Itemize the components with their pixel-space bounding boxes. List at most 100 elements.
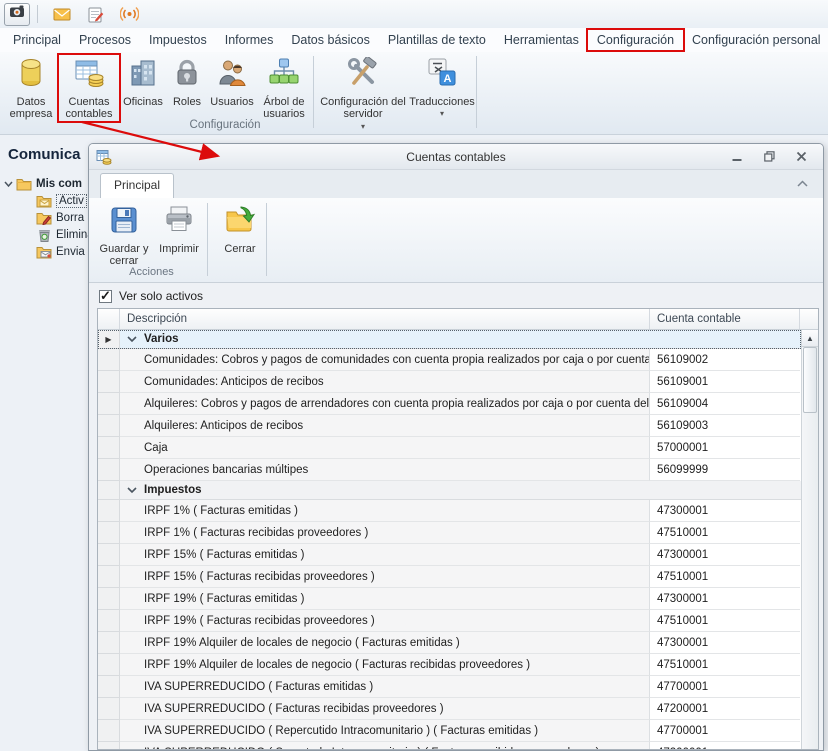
account-cell[interactable]: 47300001 <box>650 500 800 522</box>
table-row[interactable]: IVA SUPERREDUCIDO ( Soportado Intracomun… <box>98 742 801 749</box>
description-cell[interactable]: IRPF 15% ( Facturas emitidas ) <box>120 544 650 566</box>
table-row[interactable]: Comunidades: Cobros y pagos de comunidad… <box>98 349 801 371</box>
table-row[interactable]: Alquileres: Cobros y pagos de arrendador… <box>98 393 801 415</box>
restore-button[interactable] <box>761 150 777 164</box>
table-row[interactable]: IVA SUPERREDUCIDO ( Facturas recibidas p… <box>98 698 801 720</box>
table-row[interactable]: Caja57000001 <box>98 437 801 459</box>
tab-impuestos[interactable]: Impuestos <box>140 30 216 50</box>
ribbon-button-label: Traducciones <box>409 96 475 109</box>
tab-principal[interactable]: Principal <box>100 173 174 198</box>
table-row[interactable]: IRPF 15% ( Facturas emitidas )47300001 <box>98 544 801 566</box>
close-icon[interactable] <box>793 150 809 164</box>
account-cell[interactable]: 56109003 <box>650 415 800 437</box>
mail-icon[interactable] <box>53 6 71 22</box>
tab-configuraci-n-personal[interactable]: Configuración personal <box>683 30 828 50</box>
ribbon-button-roles[interactable]: Roles <box>167 55 207 108</box>
clipboard-edit-icon[interactable] <box>87 6 104 23</box>
account-cell[interactable]: 47300001 <box>650 588 800 610</box>
description-cell[interactable]: IRPF 1% ( Facturas recibidas proveedores… <box>120 522 650 544</box>
description-cell[interactable]: Operaciones bancarias múltipes <box>120 459 650 481</box>
description-cell[interactable]: IVA SUPERREDUCIDO ( Repercutido Intracom… <box>120 720 650 742</box>
table-row[interactable]: IRPF 19% Alquiler de locales de negocio … <box>98 632 801 654</box>
account-cell[interactable]: 57000001 <box>650 437 800 459</box>
vertical-scrollbar[interactable]: ▲ <box>801 330 818 749</box>
account-cell[interactable]: 47200001 <box>650 698 800 720</box>
account-cell[interactable]: 47510001 <box>650 610 800 632</box>
account-cell[interactable]: 47700001 <box>650 676 800 698</box>
account-cell[interactable]: 56109004 <box>650 393 800 415</box>
description-cell[interactable]: Comunidades: Cobros y pagos de comunidad… <box>120 349 650 371</box>
description-cell[interactable]: IRPF 15% ( Facturas recibidas proveedore… <box>120 566 650 588</box>
ribbon-button-usuarios[interactable]: Usuarios <box>207 55 257 108</box>
ribbon-button-label: Cerrar <box>224 243 255 256</box>
tab-herramientas[interactable]: Herramientas <box>495 30 588 50</box>
ribbon-button-arbol-de-usuarios[interactable]: Árbol de usuarios <box>257 55 311 121</box>
table-row[interactable]: IRPF 15% ( Facturas recibidas proveedore… <box>98 566 801 588</box>
account-cell[interactable]: 47200001 <box>650 742 800 749</box>
ribbon-button-traducciones[interactable]: A Traducciones ▾ <box>410 55 474 118</box>
table-row[interactable]: IRPF 19% ( Facturas recibidas proveedore… <box>98 610 801 632</box>
table-row[interactable]: Comunidades: Anticipos de recibos5610900… <box>98 371 801 393</box>
description-cell[interactable]: IRPF 19% ( Facturas emitidas ) <box>120 588 650 610</box>
chevron-down-icon[interactable] <box>127 335 137 343</box>
table-row[interactable]: IVA SUPERREDUCIDO ( Facturas emitidas )4… <box>98 676 801 698</box>
tab-informes[interactable]: Informes <box>216 30 283 50</box>
description-cell[interactable]: Comunidades: Anticipos de recibos <box>120 371 650 393</box>
account-cell[interactable]: 47510001 <box>650 522 800 544</box>
account-cell[interactable]: 47510001 <box>650 654 800 676</box>
group-cell[interactable]: Impuestos <box>120 481 801 500</box>
account-cell[interactable]: 47510001 <box>650 566 800 588</box>
table-row[interactable]: IVA SUPERREDUCIDO ( Repercutido Intracom… <box>98 720 801 742</box>
table-row[interactable]: IRPF 19% ( Facturas emitidas )47300001 <box>98 588 801 610</box>
ribbon-button-oficinas[interactable]: Oficinas <box>119 55 167 108</box>
ribbon-button-datos-empresa[interactable]: Datos empresa <box>3 55 59 121</box>
tab-principal[interactable]: Principal <box>4 30 70 50</box>
column-header-cuenta-contable[interactable]: Cuenta contable <box>650 309 800 329</box>
group-row[interactable]: Impuestos <box>98 481 801 500</box>
minimize-button[interactable] <box>729 150 745 164</box>
account-cell[interactable]: 47700001 <box>650 720 800 742</box>
column-header-descripcion[interactable]: Descripción <box>120 309 650 329</box>
chevron-down-icon[interactable] <box>127 486 137 494</box>
account-cell[interactable]: 47300001 <box>650 632 800 654</box>
tab-datos-b-sicos[interactable]: Datos básicos <box>282 30 379 50</box>
account-cell[interactable]: 56099999 <box>650 459 800 481</box>
scrollbar-thumb[interactable] <box>803 347 817 413</box>
table-row[interactable]: Operaciones bancarias múltipes56099999 <box>98 459 801 481</box>
group-cell[interactable]: Varios <box>120 330 801 349</box>
table-row[interactable]: Alquileres: Anticipos de recibos56109003 <box>98 415 801 437</box>
tab-configuraci-n[interactable]: Configuración <box>588 30 683 50</box>
description-cell[interactable]: Alquileres: Anticipos de recibos <box>120 415 650 437</box>
description-cell[interactable]: IRPF 19% Alquiler de locales de negocio … <box>120 632 650 654</box>
description-cell[interactable]: IVA SUPERREDUCIDO ( Facturas recibidas p… <box>120 698 650 720</box>
description-cell[interactable]: IRPF 19% Alquiler de locales de negocio … <box>120 654 650 676</box>
description-cell[interactable]: IRPF 19% ( Facturas recibidas proveedore… <box>120 610 650 632</box>
imprimir-button[interactable]: Imprimir <box>153 202 205 255</box>
description-cell[interactable]: Caja <box>120 437 650 459</box>
description-cell[interactable]: IRPF 1% ( Facturas emitidas ) <box>120 500 650 522</box>
description-cell[interactable]: IVA SUPERREDUCIDO ( Facturas emitidas ) <box>120 676 650 698</box>
account-cell[interactable]: 56109002 <box>650 349 800 371</box>
table-row[interactable]: IRPF 19% Alquiler de locales de negocio … <box>98 654 801 676</box>
guardar-y-cerrar-button[interactable]: Guardar y cerrar <box>95 202 153 268</box>
account-cell[interactable]: 47300001 <box>650 544 800 566</box>
ver-solo-activos-checkbox[interactable] <box>99 290 112 303</box>
tab-procesos[interactable]: Procesos <box>70 30 140 50</box>
broadcast-icon[interactable] <box>120 5 139 23</box>
description-cell[interactable]: Alquileres: Cobros y pagos de arrendador… <box>120 393 650 415</box>
collapse-ribbon-icon[interactable] <box>796 179 809 188</box>
camera-button[interactable] <box>4 3 30 26</box>
tab-plantillas-de-texto[interactable]: Plantillas de texto <box>379 30 495 50</box>
scroll-up-icon[interactable]: ▲ <box>802 330 818 347</box>
table-row[interactable]: IRPF 1% ( Facturas recibidas proveedores… <box>98 522 801 544</box>
dialog-titlebar[interactable]: Cuentas contables <box>89 144 823 170</box>
description-cell[interactable]: IVA SUPERREDUCIDO ( Soportado Intracomun… <box>120 742 650 749</box>
cerrar-button[interactable]: Cerrar <box>216 202 264 255</box>
ribbon-button-cuentas-contables[interactable]: Cuentas contables <box>59 55 119 121</box>
account-cell[interactable]: 56109001 <box>650 371 800 393</box>
table-row[interactable]: IRPF 1% ( Facturas emitidas )47300001 <box>98 500 801 522</box>
row-indicator <box>98 654 120 676</box>
group-row[interactable]: ▶Varios <box>98 330 801 349</box>
chevron-down-icon[interactable] <box>4 180 16 188</box>
row-indicator <box>98 566 120 588</box>
